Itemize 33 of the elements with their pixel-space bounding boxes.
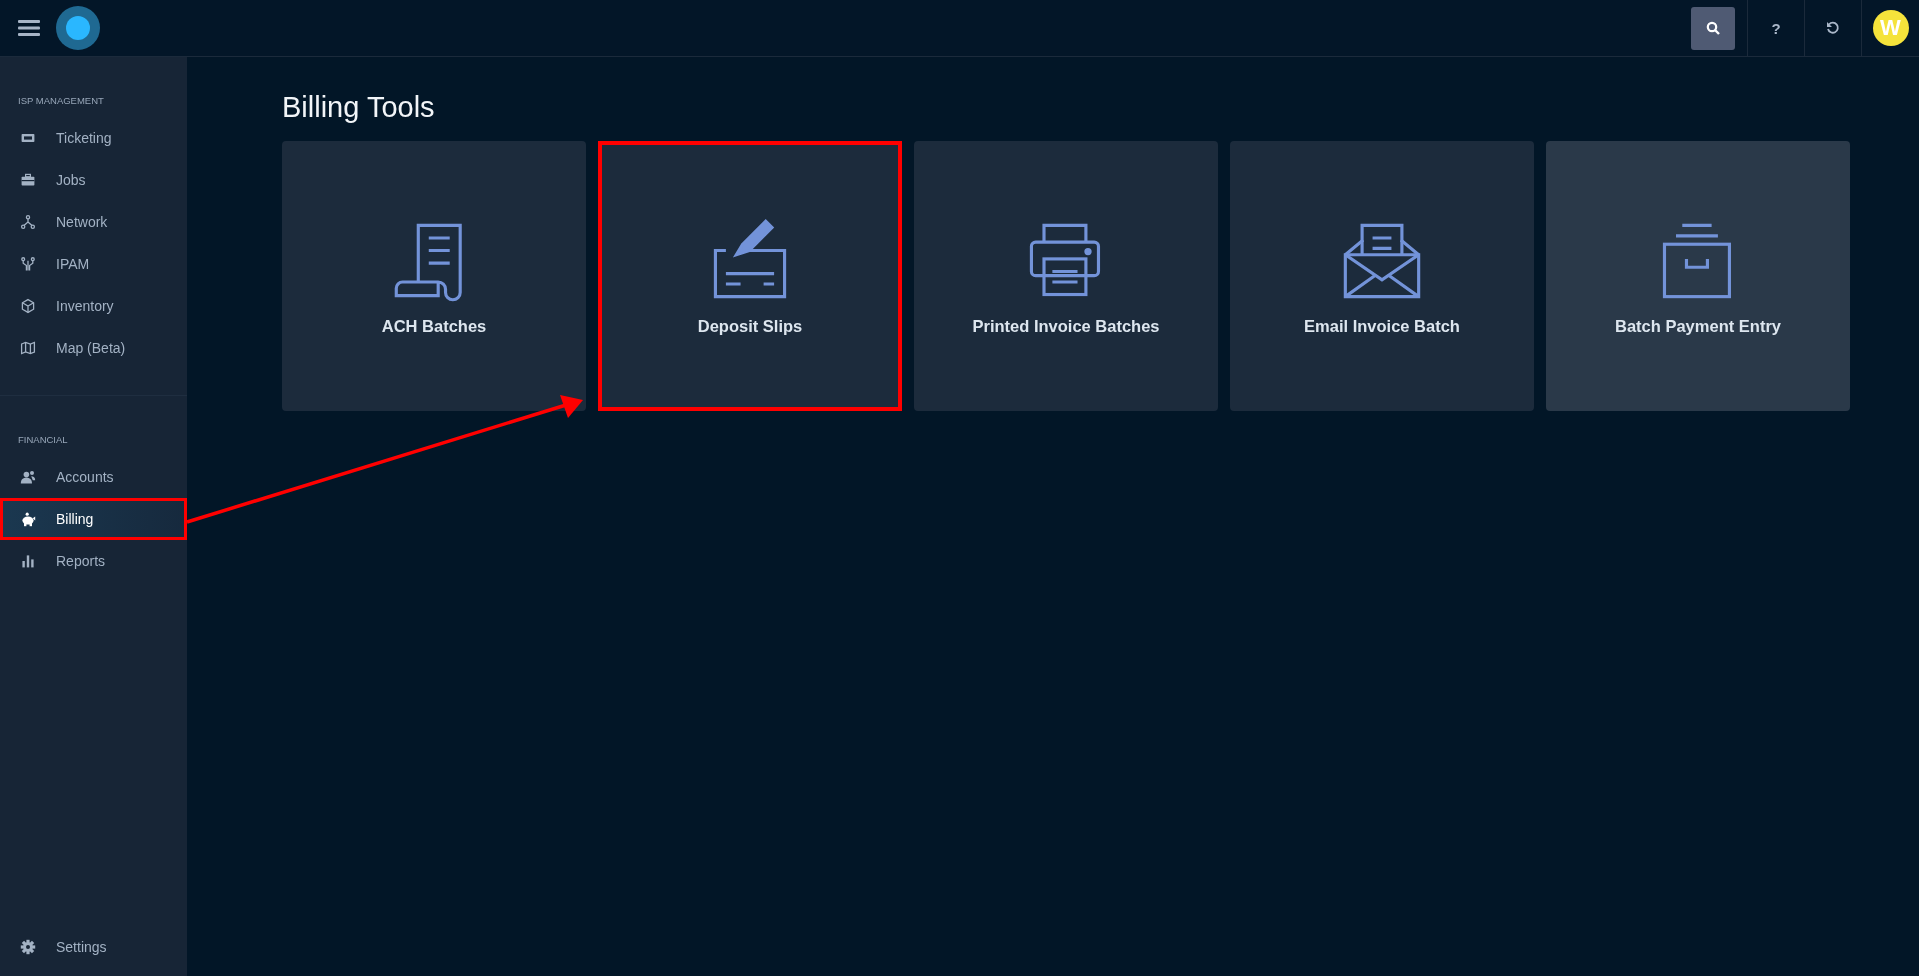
tool-card[interactable]: Deposit Slips bbox=[598, 141, 902, 411]
sidebar-item[interactable]: IPAM bbox=[0, 243, 187, 285]
sidebar-item[interactable]: Billing bbox=[0, 498, 187, 540]
chart-icon bbox=[20, 553, 36, 569]
settings-icon bbox=[20, 939, 36, 955]
search-button[interactable] bbox=[1691, 6, 1735, 50]
menu-icon[interactable] bbox=[18, 19, 40, 37]
network-icon bbox=[20, 214, 36, 230]
briefcase-icon bbox=[20, 172, 36, 188]
sidebar-item[interactable]: Reports bbox=[0, 540, 187, 582]
section-title: FINANCIAL bbox=[17, 434, 69, 446]
logo-icon[interactable] bbox=[56, 6, 100, 50]
refresh-icon bbox=[1826, 21, 1840, 35]
tool-card[interactable]: Printed Invoice Batches bbox=[914, 141, 1218, 411]
sidebar-item[interactable]: Ticketing bbox=[0, 117, 187, 159]
map-icon bbox=[20, 340, 36, 356]
section-title: ISP MANAGEMENT bbox=[17, 95, 105, 107]
sidebar-item[interactable]: Accounts bbox=[0, 456, 187, 498]
help-button[interactable]: ? bbox=[1747, 0, 1804, 56]
box-icon bbox=[20, 298, 36, 314]
search-icon bbox=[1706, 21, 1720, 35]
sidebar-item[interactable]: Settings bbox=[0, 926, 187, 968]
tool-card[interactable]: Email Invoice Batch bbox=[1230, 141, 1534, 411]
ipam-icon bbox=[20, 256, 36, 272]
tool-card[interactable]: Batch Payment Entry bbox=[1546, 141, 1850, 411]
sidebar-item[interactable]: Jobs bbox=[0, 159, 187, 201]
page-title: Billing Tools bbox=[282, 90, 436, 125]
users-icon bbox=[20, 469, 36, 485]
sidebar-item[interactable]: Inventory bbox=[0, 285, 187, 327]
tool-card[interactable]: ACH Batches bbox=[282, 141, 586, 411]
sidebar-item[interactable]: Network bbox=[0, 201, 187, 243]
sidebar-item[interactable]: Map (Beta) bbox=[0, 327, 187, 369]
piggy-icon bbox=[20, 511, 36, 527]
